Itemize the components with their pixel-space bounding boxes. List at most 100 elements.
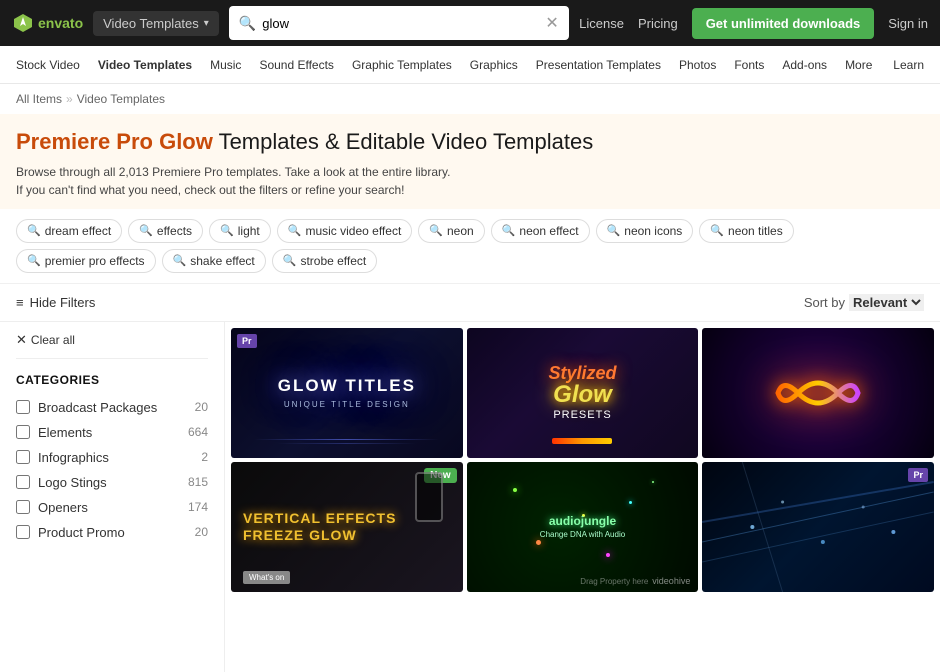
- category-count: 815: [188, 475, 208, 489]
- thumb-whats-on: What's on: [243, 571, 290, 584]
- tag-strobe-effect[interactable]: 🔍 strobe effect: [272, 249, 378, 273]
- thumb-title: GLOW TITLES: [278, 376, 416, 396]
- sort-select[interactable]: RelevantNewestRatingPrice: [849, 294, 924, 311]
- search-icon: 🔍: [239, 15, 256, 32]
- grid-item-3[interactable]: [702, 328, 934, 458]
- thumb-subtitle: UNIQUE TITLE DESIGN: [284, 400, 410, 409]
- search-tag-icon: 🔍: [502, 224, 516, 237]
- breadcrumb: All Items » Video Templates: [0, 84, 940, 114]
- thumbnail-5: audiojungle Change DNA with Audio videoh…: [467, 462, 699, 592]
- search-tag-icon: 🔍: [27, 254, 41, 267]
- category-checkbox-logo-stings[interactable]: [16, 475, 30, 489]
- search-tag-icon: 🔍: [283, 254, 297, 267]
- page-desc-line1: Browse through all 2,013 Premiere Pro te…: [16, 163, 924, 181]
- nav-video-templates[interactable]: Video Templates: [98, 58, 192, 72]
- grid-item-5[interactable]: audiojungle Change DNA with Audio videoh…: [467, 462, 699, 592]
- tag-neon[interactable]: 🔍 neon: [418, 219, 484, 243]
- nav-links: License Pricing Get unlimited downloads …: [579, 8, 928, 39]
- page-title: Premiere Pro Glow Templates & Editable V…: [16, 128, 924, 157]
- search-tag-icon: 🔍: [139, 224, 153, 237]
- tag-music-video-effect[interactable]: 🔍 music video effect: [277, 219, 413, 243]
- category-label: Elements: [38, 425, 180, 440]
- breadcrumb-all-items[interactable]: All Items: [16, 92, 62, 106]
- tag-label: effects: [157, 224, 192, 238]
- tag-label: light: [238, 224, 260, 238]
- nav-sound-effects[interactable]: Sound Effects: [259, 58, 334, 72]
- thumb-subtitle-audio: Change DNA with Audio: [540, 530, 625, 539]
- grid-item-2[interactable]: Stylized Glow presets: [467, 328, 699, 458]
- category-checkbox-openers[interactable]: [16, 500, 30, 514]
- category-label: Openers: [38, 500, 180, 515]
- tag-label: shake effect: [190, 254, 255, 268]
- search-tag-icon: 🔍: [288, 224, 302, 237]
- pricing-link[interactable]: Pricing: [638, 16, 678, 31]
- search-tag-icon: 🔍: [220, 224, 234, 237]
- tag-label: neon icons: [624, 224, 682, 238]
- search-bar: 🔍 ✕: [229, 6, 569, 40]
- filter-icon: ≡: [16, 295, 24, 310]
- tag-neon-icons[interactable]: 🔍 neon icons: [596, 219, 694, 243]
- breadcrumb-video-templates[interactable]: Video Templates: [77, 92, 165, 106]
- category-item-infographics[interactable]: Infographics 2: [16, 445, 208, 470]
- category-item-openers[interactable]: Openers 174: [16, 495, 208, 520]
- signin-link[interactable]: Sign in: [888, 16, 928, 31]
- unlimited-cta-button[interactable]: Get unlimited downloads: [692, 8, 875, 39]
- search-input[interactable]: [262, 16, 539, 31]
- tag-effects[interactable]: 🔍 effects: [128, 219, 203, 243]
- category-item-broadcast[interactable]: Broadcast Packages 20: [16, 395, 208, 420]
- tag-shake-effect[interactable]: 🔍 shake effect: [162, 249, 266, 273]
- secondary-nav: Stock Video Video Templates Music Sound …: [0, 46, 940, 84]
- category-select[interactable]: Video Templates ▾: [93, 11, 219, 36]
- categories-title: Categories: [16, 373, 208, 387]
- close-icon: ✕: [16, 332, 27, 348]
- grid-item-6[interactable]: Pr: [702, 462, 934, 592]
- sort-control: Sort by RelevantNewestRatingPrice: [804, 294, 924, 311]
- search-tag-icon: 🔍: [173, 254, 187, 267]
- tag-neon-titles[interactable]: 🔍 neon titles: [699, 219, 793, 243]
- category-item-elements[interactable]: Elements 664: [16, 420, 208, 445]
- thumb-audiojungle: audiojungle: [549, 514, 616, 528]
- grid-item-4[interactable]: New VERTICAL EFFECTS FREEZE GLOW What's …: [231, 462, 463, 592]
- tag-label: music video effect: [305, 224, 401, 238]
- close-icon[interactable]: ✕: [545, 13, 558, 33]
- category-checkbox-product-promo[interactable]: [16, 525, 30, 539]
- nav-addons[interactable]: Add-ons: [782, 58, 827, 72]
- categories-section: Categories Broadcast Packages 20 Element…: [16, 373, 208, 545]
- envato-logo[interactable]: envato: [12, 12, 83, 34]
- category-item-logo-stings[interactable]: Logo Stings 815: [16, 470, 208, 495]
- tag-label: strobe effect: [300, 254, 366, 268]
- thumbnail-1: Pr GLOW TITLES UNIQUE TITLE DESIGN: [231, 328, 463, 458]
- nav-fonts[interactable]: Fonts: [734, 58, 764, 72]
- tag-premier-pro-effects[interactable]: 🔍 premier pro effects: [16, 249, 156, 273]
- search-tag-icon: 🔍: [27, 224, 41, 237]
- tag-neon-effect[interactable]: 🔍 neon effect: [491, 219, 590, 243]
- nav-presentation-templates[interactable]: Presentation Templates: [536, 58, 661, 72]
- category-count: 20: [195, 400, 208, 414]
- brand-name: envato: [38, 15, 83, 31]
- grid-item-1[interactable]: Pr GLOW TITLES UNIQUE TITLE DESIGN: [231, 328, 463, 458]
- hide-filters-label: Hide Filters: [30, 295, 96, 310]
- category-checkbox-broadcast[interactable]: [16, 400, 30, 414]
- category-checkbox-infographics[interactable]: [16, 450, 30, 464]
- thumbnail-2: Stylized Glow presets: [467, 328, 699, 458]
- clear-all-button[interactable]: ✕ Clear all: [16, 332, 208, 359]
- page-header: Premiere Pro Glow Templates & Editable V…: [0, 114, 940, 209]
- nav-graphic-templates[interactable]: Graphic Templates: [352, 58, 452, 72]
- nav-stock-video[interactable]: Stock Video: [16, 58, 80, 72]
- nav-photos[interactable]: Photos: [679, 58, 716, 72]
- category-count: 20: [195, 525, 208, 539]
- hide-filters-button[interactable]: ≡ Hide Filters: [16, 295, 95, 310]
- nav-more[interactable]: More: [845, 58, 872, 72]
- category-item-product-promo[interactable]: Product Promo 20: [16, 520, 208, 545]
- product-grid: Pr GLOW TITLES UNIQUE TITLE DESIGN Styli…: [231, 328, 934, 592]
- category-checkbox-elements[interactable]: [16, 425, 30, 439]
- nav-graphics[interactable]: Graphics: [470, 58, 518, 72]
- tag-label: dream effect: [45, 224, 111, 238]
- category-label: Logo Stings: [38, 475, 180, 490]
- license-link[interactable]: License: [579, 16, 624, 31]
- category-count: 174: [188, 500, 208, 514]
- tag-dream-effect[interactable]: 🔍 dream effect: [16, 219, 122, 243]
- tag-light[interactable]: 🔍 light: [209, 219, 271, 243]
- nav-learn[interactable]: Learn: [893, 58, 924, 72]
- nav-music[interactable]: Music: [210, 58, 241, 72]
